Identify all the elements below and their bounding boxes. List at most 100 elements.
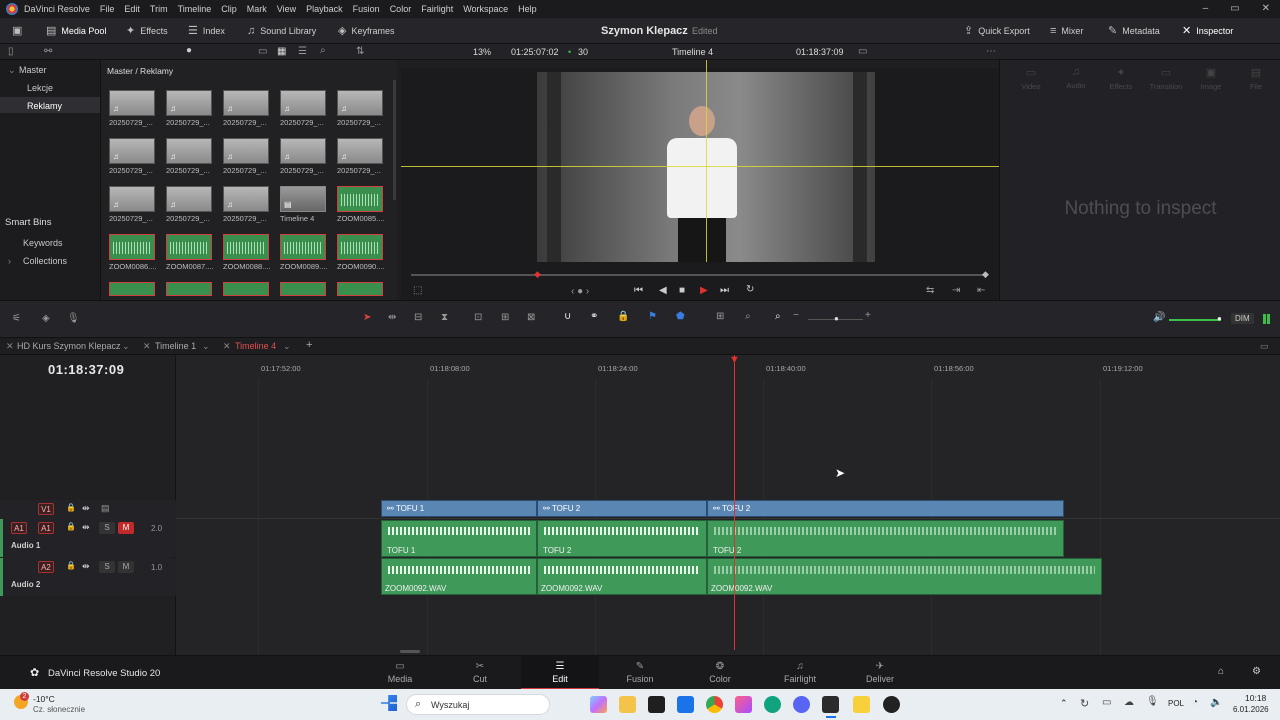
match-frame-icon[interactable]: ⇆ xyxy=(926,286,934,296)
scrubber-playhead-icon[interactable]: ◆ xyxy=(534,269,541,280)
play-icon[interactable]: ▶ xyxy=(700,286,708,296)
jog-icon[interactable]: ‹ ● › xyxy=(571,287,589,297)
sound-library-button[interactable]: ♫ Sound Library xyxy=(247,18,316,44)
chatgpt-app-icon[interactable] xyxy=(764,696,781,713)
track-v1-label[interactable]: V1 xyxy=(38,503,54,515)
track-a1-solo-button[interactable]: S xyxy=(99,522,115,534)
metadata-button[interactable]: ✎ Metadata xyxy=(1108,18,1160,44)
sticky-notes-app-icon[interactable] xyxy=(853,696,870,713)
sort-icon[interactable]: ⇅ xyxy=(356,47,364,57)
menu-color[interactable]: Color xyxy=(390,4,412,14)
davinci-app-icon[interactable] xyxy=(822,696,839,713)
pool-clip[interactable]: ♫ 20250729_... xyxy=(166,90,214,127)
insert-clip-icon[interactable]: ⊡ xyxy=(474,313,482,323)
quick-export-button[interactable]: ⇪ Quick Export xyxy=(964,18,1030,44)
page-cut[interactable]: ✂ Cut xyxy=(441,656,519,690)
track-a2-label[interactable]: A2 xyxy=(38,561,54,573)
pool-clip[interactable]: ♫ 20250729_... xyxy=(223,90,271,127)
sidebar-toggle-icon[interactable]: ▯ xyxy=(8,47,14,57)
effects-button[interactable]: ✦ Effects xyxy=(126,18,168,44)
tab-timeline-4-chevron-icon[interactable]: ⌄ xyxy=(283,341,291,352)
replace-clip-icon[interactable]: ⊠ xyxy=(527,313,535,323)
linked-selection-icon[interactable]: ⚭ xyxy=(590,312,598,322)
volume-handle[interactable]: ● xyxy=(1217,314,1222,323)
more-options-icon[interactable]: ⋯ xyxy=(986,47,996,57)
audio-meter-icon[interactable]: ◈ xyxy=(42,314,50,324)
audio-clip-thumbnail[interactable] xyxy=(166,282,212,296)
taskbar-search-box[interactable]: ⌕ Wyszukaj xyxy=(406,694,550,715)
pool-clip[interactable]: ZOOM0087.... xyxy=(166,234,214,271)
pool-clip[interactable]: ZOOM0088.... xyxy=(223,234,271,271)
chrome-app-icon[interactable] xyxy=(706,696,723,713)
inspector-tab-file[interactable]: ▤ File xyxy=(1235,66,1277,91)
pool-clip[interactable]: ♫ 20250729_... xyxy=(166,138,214,175)
audio1-clip-tofu-1[interactable]: TOFU 1 xyxy=(381,520,537,557)
tray-wifi-icon[interactable]: ◔ xyxy=(1192,697,1198,708)
page-media[interactable]: ▭ Media xyxy=(361,656,439,690)
tray-volume-icon[interactable]: 🔈 xyxy=(1210,697,1222,708)
page-color[interactable]: ❂ Color xyxy=(681,656,759,690)
windows-start-icon[interactable] xyxy=(381,695,397,711)
timeline-area[interactable]: 01:17:52:00 01:18:08:00 01:18:24:00 01:18:4… xyxy=(176,354,1280,655)
menu-fairlight[interactable]: Fairlight xyxy=(421,4,453,14)
pool-clip[interactable]: ♫ 20250729_... xyxy=(280,90,328,127)
menu-view[interactable]: View xyxy=(277,4,296,14)
blade-tool-icon[interactable]: ⧗ xyxy=(441,313,448,323)
dynamic-trim-icon[interactable]: ⊟ xyxy=(414,313,422,323)
tray-sync-icon[interactable]: ↻ xyxy=(1080,697,1089,710)
inspector-button[interactable]: ✕ Inspector xyxy=(1182,18,1233,44)
zoom-full-icon[interactable]: ⊞ xyxy=(716,312,724,322)
layout-toggle-button[interactable]: ▣ xyxy=(12,18,22,44)
close-icon[interactable]: ✕ xyxy=(1262,3,1270,14)
tray-overflow-icon[interactable]: ⌃ xyxy=(1060,698,1068,709)
menu-edit[interactable]: Edit xyxy=(124,4,140,14)
tab-timeline-1-chevron-icon[interactable]: ⌄ xyxy=(202,341,210,352)
index-button[interactable]: ☰ Index xyxy=(188,18,225,44)
menu-clip[interactable]: Clip xyxy=(221,4,237,14)
video-clip-tofu-1[interactable]: ⚯ TOFU 1 xyxy=(381,500,537,517)
track-a1-label[interactable]: A1 xyxy=(38,522,54,534)
track-a2-autoselect-icon[interactable]: ⇹ xyxy=(82,562,90,571)
marker-icon[interactable]: ⬟ xyxy=(676,312,685,322)
page-fairlight[interactable]: ♫ Fairlight xyxy=(761,656,839,690)
page-deliver[interactable]: ✈ Deliver xyxy=(841,656,919,690)
pool-clip[interactable]: ♫ 20250729_... xyxy=(337,90,385,127)
search-icon[interactable]: ⌕ xyxy=(320,46,326,56)
position-lock-icon[interactable]: 🔒 xyxy=(617,312,629,322)
mark-in-icon[interactable]: ⇥ xyxy=(952,286,960,296)
pool-clip[interactable]: ZOOM0090.... xyxy=(337,234,385,271)
pool-clip[interactable]: ZOOM0086.... xyxy=(109,234,157,271)
playhead-marker-icon[interactable]: ▼ xyxy=(729,354,740,366)
store-app-icon[interactable] xyxy=(648,696,665,713)
menu-playback[interactable]: Playback xyxy=(306,4,343,14)
bin-reklamy[interactable]: Reklamy xyxy=(27,101,62,111)
inspector-tab-video[interactable]: ▭ Video xyxy=(1010,66,1052,91)
snapping-icon[interactable]: ∪ xyxy=(564,312,571,322)
track-v1-autoselect-icon[interactable]: ⇹ xyxy=(82,504,90,513)
audio2-clip-zoom-2[interactable]: ZOOM0092.WAV xyxy=(537,558,707,595)
play-reverse-icon[interactable]: ◀ xyxy=(659,286,667,296)
inspector-tab-image[interactable]: ▣ Image xyxy=(1190,66,1232,91)
menu-workspace[interactable]: Workspace xyxy=(463,4,508,14)
audio-clip-thumbnail[interactable] xyxy=(109,282,155,296)
smart-bin-keywords[interactable]: Keywords xyxy=(23,238,63,248)
video-clip-tofu-2b[interactable]: ⚯ TOFU 2 xyxy=(707,500,1064,517)
menu-trim[interactable]: Trim xyxy=(150,4,168,14)
timeline-ruler[interactable]: 01:17:52:00 01:18:08:00 01:18:24:00 01:18:4… xyxy=(176,355,1280,379)
list-view-icon[interactable]: ☰ xyxy=(298,47,307,57)
tab-hd-kurs-close-icon[interactable]: ✕ xyxy=(6,341,14,352)
playhead-line[interactable] xyxy=(734,355,735,650)
tab-timeline-1[interactable]: Timeline 1 xyxy=(155,341,196,351)
mixer-button[interactable]: ≡ Mixer xyxy=(1050,18,1083,44)
volume-slider[interactable] xyxy=(1169,319,1221,321)
go-to-end-icon[interactable]: ⏭ xyxy=(720,286,729,296)
inspector-tab-effects[interactable]: ✦ Effects xyxy=(1100,66,1142,91)
file-explorer-app-icon[interactable] xyxy=(619,696,636,713)
track-a1-autoselect-icon[interactable]: ⇹ xyxy=(82,523,90,532)
volume-icon[interactable]: 🔊 xyxy=(1153,313,1165,323)
audio1-clip-tofu-2b[interactable]: TOFU 2 xyxy=(707,520,1064,557)
tab-timeline-4-close-icon[interactable]: ✕ xyxy=(223,341,231,352)
timeline-panel-options-icon[interactable]: ▭ xyxy=(1260,341,1269,352)
tray-date[interactable]: 6.01.2026 xyxy=(1233,705,1269,714)
pool-timeline-item[interactable]: ▤ Timeline 4 xyxy=(280,186,328,223)
